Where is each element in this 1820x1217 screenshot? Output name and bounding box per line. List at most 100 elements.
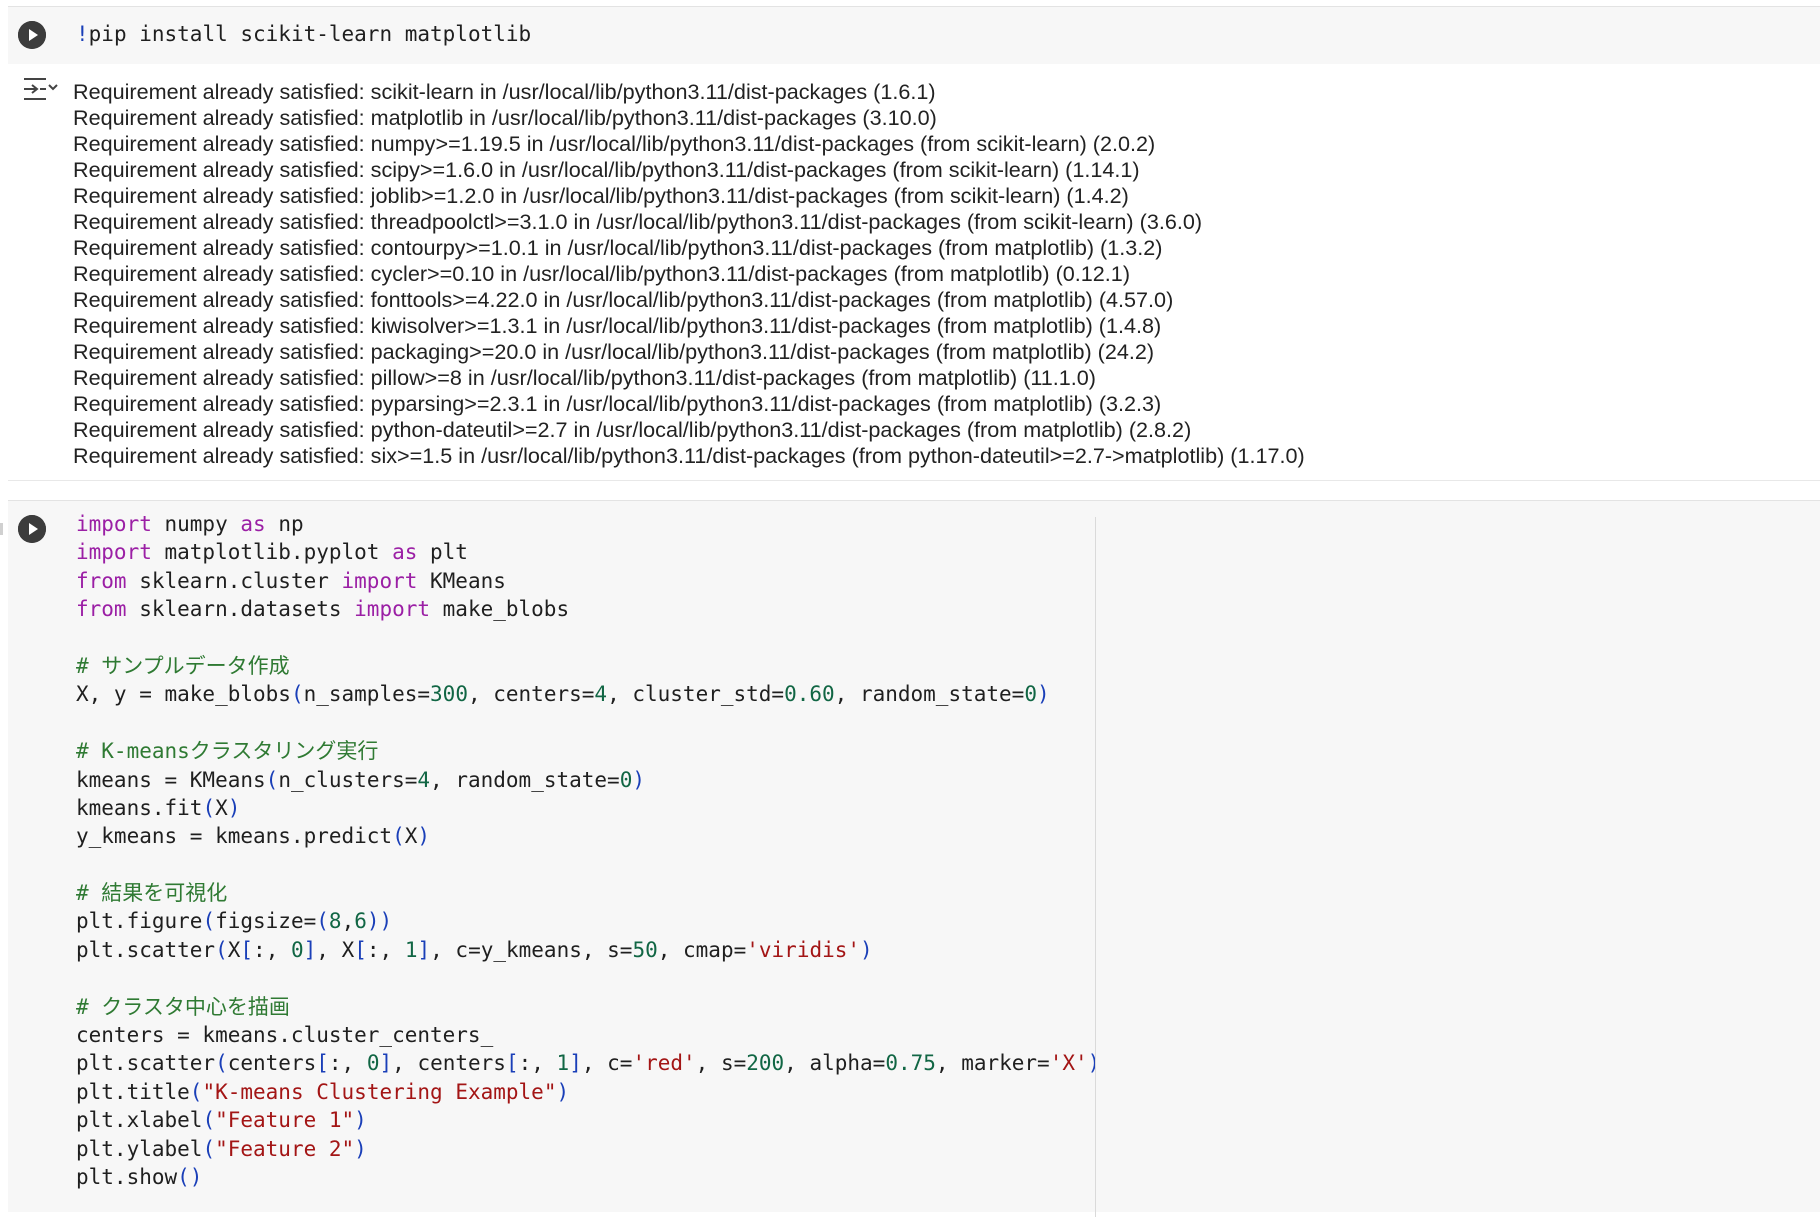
code-token: () — [177, 1164, 203, 1189]
code-token: 0 — [1024, 682, 1037, 707]
code-token: ) — [1087, 1051, 1101, 1076]
code-line: import matplotlib.pyplot as plt — [76, 538, 1100, 566]
cell-focus-marker — [0, 523, 3, 535]
code-token: 4 — [417, 767, 431, 792]
code-token: ( — [202, 1108, 216, 1133]
cell-input-area[interactable]: !pip install scikit-learn matplotlib — [8, 6, 1820, 64]
output-line: Requirement already satisfied: pillow>=8… — [73, 365, 1097, 390]
code-token: plt.ylabel — [76, 1136, 203, 1161]
code-token: # クラスタ中心を描画 — [76, 994, 290, 1019]
code-line: # クラスタ中心を描画 — [76, 993, 1100, 1021]
code-token: import — [76, 540, 152, 565]
output-line: Requirement already satisfied: contourpy… — [73, 235, 1163, 260]
code-token: 0 — [366, 1051, 380, 1076]
code-token: kmeans.fit — [76, 795, 203, 820]
code-token: 1 — [404, 937, 418, 962]
cell-top-border — [8, 6, 1820, 7]
code-token: ] — [417, 937, 431, 962]
code-token: from — [76, 597, 127, 622]
code-token: plt.xlabel — [76, 1108, 203, 1133]
code-token: ( — [202, 1136, 216, 1161]
code-token: # 結果を可視化 — [76, 881, 228, 906]
code-token: 4 — [594, 682, 608, 707]
code-token: ] — [303, 937, 317, 962]
code-token: ) — [417, 824, 431, 849]
code-token: plt — [417, 540, 468, 565]
code-token: , centers= — [467, 682, 595, 707]
code-token: ) — [860, 937, 873, 962]
code-token: , cmap= — [657, 937, 747, 962]
code-token: n_clusters= — [278, 767, 418, 792]
output-line: Requirement already satisfied: matplotli… — [73, 105, 937, 130]
code-token: ) — [354, 1136, 367, 1161]
output-line: Requirement already satisfied: threadpoo… — [73, 209, 1203, 234]
code-token: centers = kmeans.cluster_centers_ — [76, 1023, 494, 1048]
code-token: 200 — [746, 1051, 785, 1076]
code-token: , c=y_kmeans, s= — [430, 937, 633, 962]
code-editor[interactable]: !pip install scikit-learn matplotlib — [76, 22, 531, 46]
code-cell-pip-install[interactable]: !pip install scikit-learn matplotlib Req… — [8, 6, 1820, 481]
code-token: X — [215, 795, 228, 820]
code-token: plt.show — [76, 1164, 178, 1189]
code-line: plt.show() — [76, 1163, 1100, 1191]
shell-bang: ! — [76, 22, 89, 46]
pip-output-text: Requirement already satisfied: scikit-le… — [73, 79, 1305, 469]
code-token: plt.title — [76, 1079, 190, 1104]
code-line: plt.ylabel("Feature 2") — [76, 1135, 1100, 1163]
code-token: kmeans = KMeans — [76, 767, 266, 792]
run-cell-button[interactable] — [18, 515, 46, 543]
code-line: centers = kmeans.cluster_centers_ — [76, 1021, 1100, 1049]
code-token: ) — [227, 795, 241, 820]
code-line: plt.title("K-means Clustering Example") — [76, 1078, 1100, 1106]
code-token: sklearn.cluster — [126, 568, 342, 593]
code-token: ( — [202, 909, 216, 934]
code-token: :, — [253, 937, 291, 962]
code-token: import — [76, 512, 152, 536]
code-line: kmeans = KMeans(n_clusters=4, random_sta… — [76, 766, 1100, 794]
code-line: # サンプルデータ作成 — [76, 652, 1100, 680]
code-token: ] — [569, 1051, 582, 1076]
output-line: Requirement already satisfied: scipy>=1.… — [73, 157, 1140, 182]
code-token: :, — [518, 1051, 557, 1076]
code-token: , alpha= — [784, 1051, 886, 1076]
code-token: 0.60 — [784, 682, 835, 707]
code-token: ) — [354, 1108, 367, 1133]
code-token: ( — [215, 1051, 228, 1076]
code-token: ) — [632, 767, 646, 792]
code-line: plt.scatter(X[:, 0], X[:, 1], c=y_kmeans… — [76, 936, 1100, 964]
code-token: ( — [316, 909, 329, 934]
code-token: [ — [505, 1051, 519, 1076]
output-line: Requirement already satisfied: scikit-le… — [73, 79, 936, 104]
cell-output-area: Requirement already satisfied: scikit-le… — [8, 64, 1820, 481]
code-line: from sklearn.datasets import make_blobs — [76, 595, 1100, 623]
code-token: "Feature 1" — [215, 1108, 355, 1133]
code-line: plt.scatter(centers[:, 0], centers[:, 1]… — [76, 1049, 1100, 1077]
code-token: centers — [227, 1051, 317, 1076]
output-collapse-icon — [24, 78, 58, 100]
code-token: ( — [189, 1079, 203, 1104]
code-line: kmeans.fit(X) — [76, 794, 1100, 822]
code-token: [ — [240, 937, 254, 962]
code-token: 8 — [328, 909, 342, 934]
code-token: X, y = make_blobs — [76, 682, 291, 707]
code-token: [ — [316, 1051, 329, 1076]
output-toggle-button[interactable] — [20, 74, 60, 106]
code-token: make_blobs — [430, 597, 570, 622]
code-token: figsize= — [215, 909, 317, 934]
code-token: "Feature 2" — [215, 1136, 355, 1161]
code-token: plt.scatter — [76, 937, 216, 962]
code-editor[interactable]: import numpy as np import matplotlib.pypl… — [76, 510, 1100, 1191]
code-token: 0 — [619, 767, 633, 792]
code-cell-kmeans[interactable]: import numpy as np import matplotlib.pypl… — [8, 500, 1820, 1217]
run-cell-button[interactable] — [18, 21, 46, 49]
code-line: from sklearn.cluster import KMeans — [76, 567, 1100, 595]
code-token: ) — [556, 1079, 570, 1104]
code-token: ( — [215, 937, 228, 962]
editor-ruler — [1095, 517, 1096, 1217]
code-token: numpy — [151, 512, 241, 536]
code-token: ( — [290, 682, 304, 707]
code-token: ) — [1036, 682, 1050, 707]
code-token: , cluster_std= — [607, 682, 785, 707]
code-token: import — [341, 568, 418, 593]
